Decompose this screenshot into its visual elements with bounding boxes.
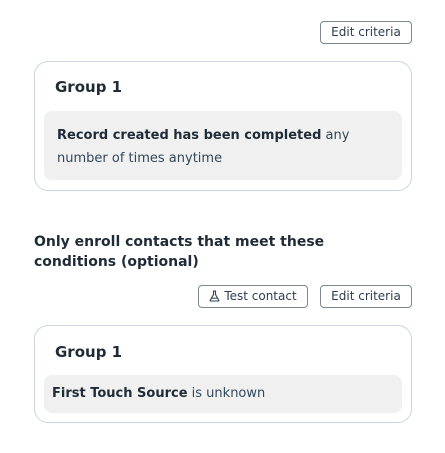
criterion-property: Record created has been completed bbox=[57, 128, 322, 143]
test-contact-button[interactable]: Test contact bbox=[198, 285, 308, 308]
group-title: Group 1 bbox=[55, 343, 123, 361]
filter-group-card: Group 1 First Touch Source is unknown bbox=[34, 325, 412, 423]
criterion-property: First Touch Source bbox=[52, 386, 188, 401]
enrollment-group-card: Group 1 Record created has been complete… bbox=[34, 61, 412, 191]
test-contact-label: Test contact bbox=[224, 289, 297, 303]
criterion-condition: is unknown bbox=[187, 386, 266, 401]
group-title: Group 1 bbox=[55, 78, 123, 96]
edit-criteria-button[interactable]: Edit criteria bbox=[320, 21, 412, 44]
filter-conditions-heading: Only enroll contacts that meet these con… bbox=[34, 234, 325, 270]
flask-icon bbox=[209, 288, 220, 309]
edit-filter-criteria-button[interactable]: Edit criteria bbox=[320, 285, 412, 308]
enrollment-criterion[interactable]: Record created has been completed any nu… bbox=[44, 111, 402, 180]
filter-criterion[interactable]: First Touch Source is unknown bbox=[44, 375, 402, 413]
